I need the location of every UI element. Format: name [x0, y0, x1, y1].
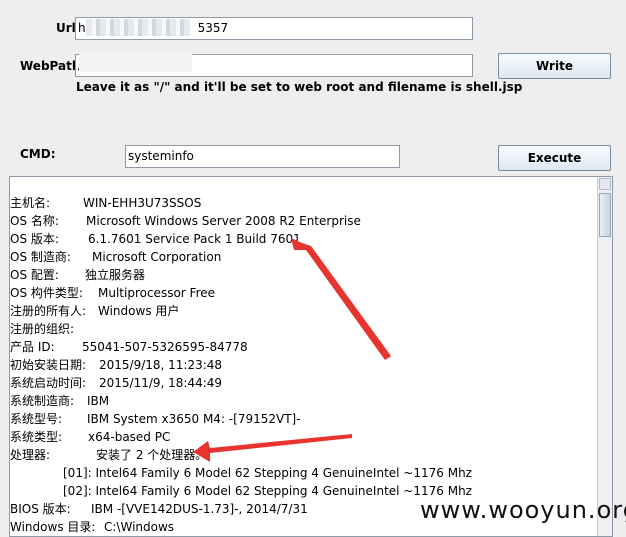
arrow-icon-processor — [193, 434, 352, 462]
watermark: www.wooyun.org — [420, 496, 626, 524]
arrow-icon-os-version — [291, 238, 391, 360]
annotation-arrows — [193, 238, 391, 462]
